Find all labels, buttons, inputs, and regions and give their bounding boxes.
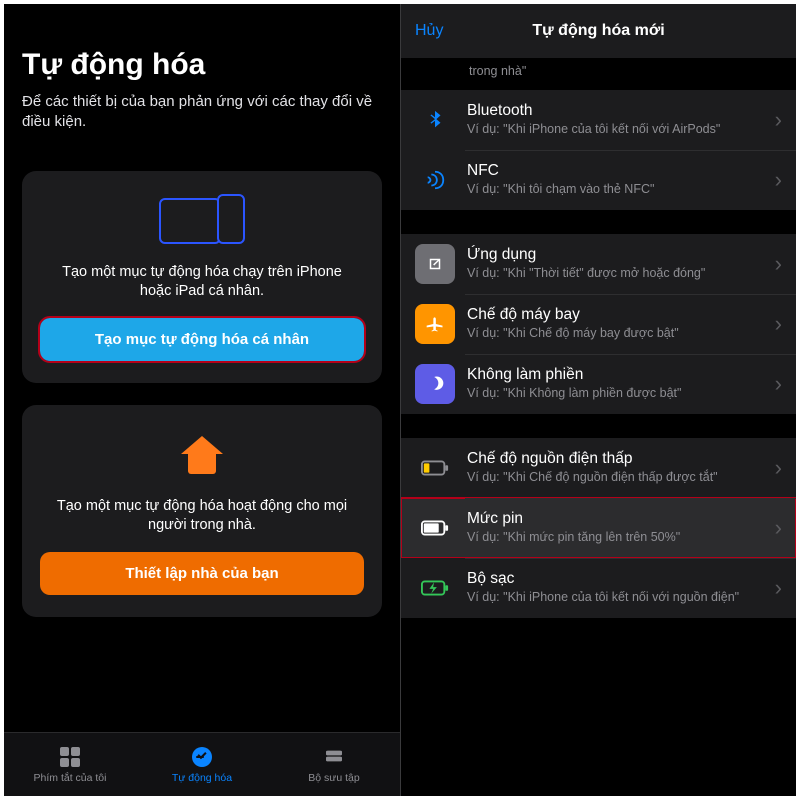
cancel-button[interactable]: Hủy bbox=[415, 22, 443, 40]
nav-title: Tự động hóa mới bbox=[532, 22, 664, 40]
page-title: Tự động hóa bbox=[22, 48, 382, 82]
row-title: Bluetooth bbox=[467, 102, 771, 120]
bluetooth-icon bbox=[415, 100, 455, 140]
row-subtitle: Ví dụ: "Khi "Thời tiết" được mở hoặc đón… bbox=[467, 266, 771, 282]
screen-new-automation: Hủy Tự động hóa mới trong nhà" Bluetooth… bbox=[400, 4, 796, 796]
row-subtitle: Ví dụ: "Khi iPhone của tôi kết nối với A… bbox=[467, 122, 771, 138]
row-subtitle: Ví dụ: "Khi iPhone của tôi kết nối với n… bbox=[467, 590, 771, 606]
nfc-icon bbox=[415, 160, 455, 200]
card-personal-desc: Tạo một mục tự động hóa chạy trên iPhone… bbox=[40, 263, 364, 302]
tab-label: Phím tắt của tôi bbox=[34, 772, 107, 784]
devices-icon bbox=[40, 193, 364, 249]
chevron-right-icon: › bbox=[771, 515, 786, 541]
trigger-battery-level[interactable]: Mức pin Ví dụ: "Khi mức pin tăng lên trê… bbox=[401, 498, 796, 558]
tab-gallery[interactable]: Bộ sưu tập bbox=[268, 733, 400, 796]
trigger-list[interactable]: trong nhà" Bluetooth Ví dụ: "Khi iPhone … bbox=[401, 58, 796, 796]
chevron-right-icon: › bbox=[771, 107, 786, 133]
trigger-app[interactable]: Ứng dụng Ví dụ: "Khi "Thời tiết" được mở… bbox=[401, 234, 796, 294]
row-title: Ứng dụng bbox=[467, 246, 771, 264]
nav-bar: Hủy Tự động hóa mới bbox=[401, 4, 796, 58]
chevron-right-icon: › bbox=[771, 311, 786, 337]
home-icon bbox=[40, 427, 364, 483]
tab-label: Bộ sưu tập bbox=[308, 772, 359, 784]
row-title: Chế độ máy bay bbox=[467, 306, 771, 324]
tab-shortcuts[interactable]: Phím tắt của tôi bbox=[4, 733, 136, 796]
row-subtitle: Ví dụ: "Khi mức pin tăng lên trên 50%" bbox=[467, 530, 771, 546]
tab-label: Tự động hóa bbox=[172, 772, 232, 784]
chevron-right-icon: › bbox=[771, 371, 786, 397]
row-title: NFC bbox=[467, 162, 771, 180]
page-subtitle: Để các thiết bị của bạn phản ứng với các… bbox=[22, 92, 382, 133]
chevron-right-icon: › bbox=[771, 251, 786, 277]
tab-bar: Phím tắt của tôi Tự động hóa Bộ sưu tập bbox=[4, 732, 400, 796]
stack-icon bbox=[322, 746, 346, 768]
row-subtitle: Ví dụ: "Khi tôi chạm vào thẻ NFC" bbox=[467, 182, 771, 198]
row-title: Không làm phiền bbox=[467, 366, 771, 384]
card-home-automation: Tạo một mục tự động hóa hoạt động cho mọ… bbox=[22, 405, 382, 617]
moon-icon bbox=[415, 364, 455, 404]
trigger-nfc[interactable]: NFC Ví dụ: "Khi tôi chạm vào thẻ NFC" › bbox=[401, 150, 796, 210]
create-personal-automation-button[interactable]: Tạo mục tự động hóa cá nhân bbox=[40, 318, 364, 361]
row-title: Mức pin bbox=[467, 510, 771, 528]
screen-automation-home: Tự động hóa Để các thiết bị của bạn phản… bbox=[4, 4, 400, 796]
chevron-right-icon: › bbox=[771, 455, 786, 481]
row-subtitle: Ví dụ: "Khi Không làm phiền được bật" bbox=[467, 386, 771, 402]
trigger-do-not-disturb[interactable]: Không làm phiền Ví dụ: "Khi Không làm ph… bbox=[401, 354, 796, 414]
trigger-low-power-mode[interactable]: Chế độ nguồn điện thấp Ví dụ: "Khi Chế đ… bbox=[401, 438, 796, 498]
trigger-airplane-mode[interactable]: Chế độ máy bay Ví dụ: "Khi Chế độ máy ba… bbox=[401, 294, 796, 354]
chevron-right-icon: › bbox=[771, 167, 786, 193]
row-title: Chế độ nguồn điện thấp bbox=[467, 450, 771, 468]
clock-check-icon bbox=[190, 746, 214, 768]
battery-icon bbox=[415, 508, 455, 548]
tab-automation[interactable]: Tự động hóa bbox=[136, 733, 268, 796]
trigger-charger[interactable]: Bộ sạc Ví dụ: "Khi iPhone của tôi kết nố… bbox=[401, 558, 796, 618]
grid-icon bbox=[58, 746, 82, 768]
partial-row-tail: trong nhà" bbox=[469, 58, 796, 90]
setup-home-button[interactable]: Thiết lập nhà của bạn bbox=[40, 552, 364, 595]
app-open-icon bbox=[415, 244, 455, 284]
row-subtitle: Ví dụ: "Khi Chế độ máy bay được bật" bbox=[467, 326, 771, 342]
row-subtitle: Ví dụ: "Khi Chế độ nguồn điện thấp được … bbox=[467, 470, 771, 486]
battery-low-icon bbox=[415, 448, 455, 488]
trigger-bluetooth[interactable]: Bluetooth Ví dụ: "Khi iPhone của tôi kết… bbox=[401, 90, 796, 150]
card-personal-automation: Tạo một mục tự động hóa chạy trên iPhone… bbox=[22, 171, 382, 383]
card-home-desc: Tạo một mục tự động hóa hoạt động cho mọ… bbox=[40, 497, 364, 536]
airplane-icon bbox=[415, 304, 455, 344]
row-title: Bộ sạc bbox=[467, 570, 771, 588]
battery-charging-icon bbox=[415, 568, 455, 608]
chevron-right-icon: › bbox=[771, 575, 786, 601]
